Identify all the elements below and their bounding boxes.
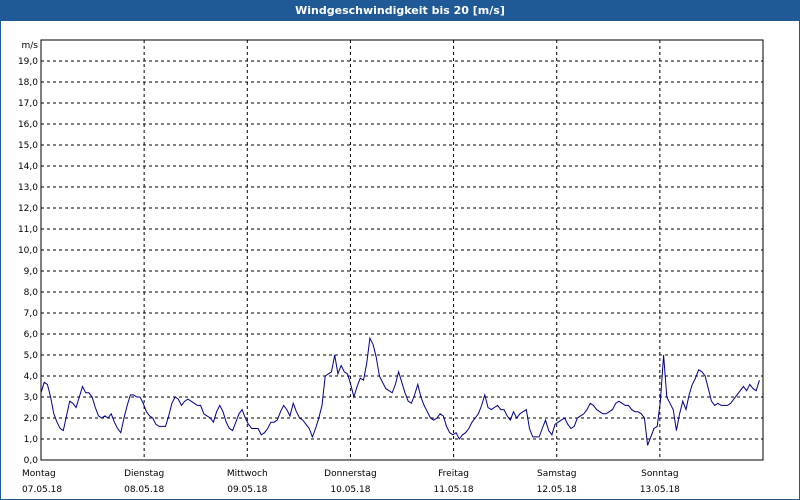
x-tick-day: Samstag: [537, 469, 576, 479]
x-tick-labels: Montag 07.05.18 Dienstag 08.05.18 Mittwoch 09…: [22, 469, 680, 495]
grid-lines: [41, 40, 763, 460]
wind-speed-line: [40, 336, 760, 446]
y-tick-label: 9,0: [24, 267, 39, 277]
x-tick-day: Dienstag: [124, 469, 164, 479]
y-tick-label: 17,0: [18, 99, 38, 109]
y-axis-unit-label: m/s: [22, 41, 39, 51]
x-tick-date: 07.05.18: [22, 485, 62, 495]
y-tick-label: 19,0: [18, 57, 38, 67]
x-tick-date: 11.05.18: [434, 485, 474, 495]
y-tick-label: 13,0: [18, 183, 38, 193]
y-tick-label: 8,0: [24, 288, 39, 298]
x-tick-date: 09.05.18: [227, 485, 267, 495]
y-tick-labels: 0,0 1,0 2,0 3,0 4,0 5,0 6,0 7,0 8,0 9,0 10,0 11,0 12…: [18, 57, 38, 466]
x-tick-date: 12.05.18: [537, 485, 577, 495]
y-tick-label: 0,0: [24, 456, 39, 466]
x-tick-day: Mittwoch: [227, 469, 268, 479]
y-tick-label: 12,0: [18, 204, 38, 214]
y-tick-label: 18,0: [18, 78, 38, 88]
y-tick-label: 7,0: [24, 309, 39, 319]
x-tick-date: 10.05.18: [330, 485, 370, 495]
y-tick-label: 11,0: [18, 225, 38, 235]
y-tick-label: 3,0: [24, 393, 39, 403]
y-tick-label: 6,0: [24, 330, 39, 340]
y-tick-label: 14,0: [18, 162, 38, 172]
y-tick-label: 15,0: [18, 141, 38, 151]
y-tick-label: 4,0: [24, 372, 39, 382]
series-layer: [40, 336, 760, 446]
y-tick-label: 10,0: [18, 246, 38, 256]
x-tick-date: 08.05.18: [124, 485, 164, 495]
y-tick-label: 16,0: [18, 120, 38, 130]
x-tick-date: 13.05.18: [640, 485, 680, 495]
x-tick-day: Freitag: [438, 469, 469, 479]
wind-speed-chart: 0,0 1,0 2,0 3,0 4,0 5,0 6,0 7,0 8,0 9,0 10,0 11,0 12…: [18, 39, 764, 495]
y-tick-label: 5,0: [24, 351, 39, 361]
y-tick-label: 2,0: [24, 414, 39, 424]
y-tick-label: 1,0: [24, 435, 39, 445]
x-tick-day: Donnerstag: [324, 469, 377, 479]
x-tick-day: Sonntag: [641, 469, 678, 479]
x-tick-day: Montag: [22, 469, 56, 479]
